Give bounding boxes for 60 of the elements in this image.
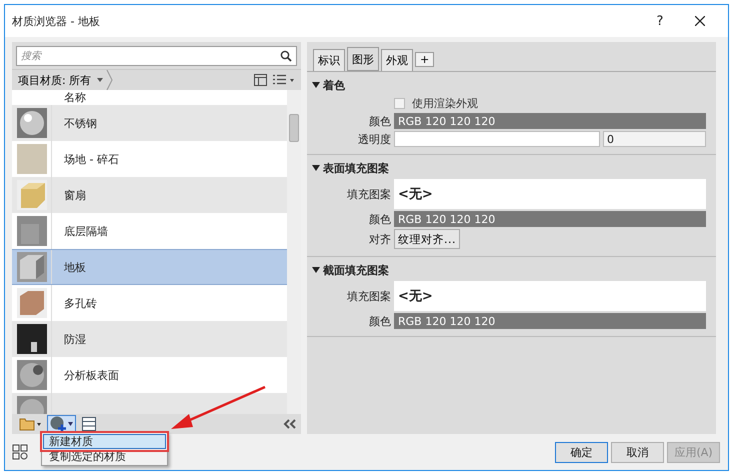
close-icon	[695, 16, 705, 26]
library-manager-icon[interactable]	[12, 444, 28, 460]
panel-icon	[82, 417, 96, 431]
tab[interactable]: 外观	[381, 49, 413, 71]
field-label: 颜色	[368, 212, 391, 226]
dialog-button[interactable]: 取消	[611, 442, 664, 462]
column-header[interactable]: 名称	[52, 90, 287, 105]
expand-arrow-icon[interactable]	[312, 266, 320, 274]
folder-icon	[19, 417, 41, 431]
tab[interactable]: 图形	[347, 47, 379, 71]
field-label: 颜色	[368, 314, 391, 328]
dialog-button[interactable]: 确定	[555, 442, 608, 462]
list-view-icon[interactable]	[273, 74, 295, 86]
section-title: 着色	[323, 78, 345, 92]
collapse-icon[interactable]	[283, 419, 297, 429]
help-button[interactable]: ?	[640, 14, 680, 28]
transparency-slider[interactable]	[394, 131, 600, 147]
caret-icon	[68, 422, 73, 426]
checkbox[interactable]	[394, 98, 405, 109]
sphere-plus-icon	[50, 416, 66, 432]
material-thumbnail	[16, 360, 46, 390]
material-list-item[interactable]: 窗扇	[12, 177, 287, 213]
material-thumbnail	[16, 288, 46, 318]
material-list-item[interactable]: 防湿	[12, 321, 287, 357]
pattern-field[interactable]: <无>	[394, 281, 706, 311]
material-thumbnail	[16, 216, 46, 246]
color-field[interactable]: RGB 120 120 120	[394, 211, 706, 227]
transparency-field[interactable]: 0	[603, 131, 706, 147]
material-list-item[interactable]: 不锈钢	[12, 105, 287, 141]
field-label: 填充图案	[346, 288, 391, 304]
color-field[interactable]: RGB 120 120 120	[394, 113, 706, 129]
panel-layout-icon[interactable]	[254, 74, 267, 86]
expand-arrow-icon[interactable]	[312, 164, 320, 172]
field-label: 对齐	[368, 232, 391, 246]
dropdown-caret-icon	[95, 70, 114, 90]
menu-item[interactable]: 新建材质	[43, 434, 166, 449]
section-title: 表面填充图案	[323, 160, 389, 176]
material-thumbnail	[16, 324, 46, 354]
library-filter-dropdown[interactable]: 项目材质: 所有	[18, 70, 254, 90]
expand-arrow-icon[interactable]	[312, 81, 320, 89]
section-title: 截面填充图案	[323, 262, 389, 278]
field-label: 颜色	[368, 114, 391, 128]
material-list-item[interactable]: 地板	[12, 249, 287, 285]
pattern-field[interactable]: <无>	[394, 179, 706, 209]
color-field[interactable]: RGB 120 120 120	[394, 313, 706, 329]
checkbox-label: 使用渲染外观	[412, 96, 478, 111]
asset-browser-button[interactable]	[79, 415, 99, 433]
material-thumbnail	[16, 252, 46, 282]
field-label: 透明度	[357, 132, 391, 146]
tab[interactable]: 标识	[313, 49, 345, 71]
add-tab-button[interactable]: +	[415, 52, 434, 67]
search-field[interactable]: 搜索	[16, 46, 297, 66]
material-thumbnail	[16, 180, 46, 210]
material-thumbnail	[16, 108, 46, 138]
window-title: 材质浏览器 - 地板	[12, 14, 101, 28]
texture-alignment-button[interactable]: 纹理对齐...	[394, 229, 460, 249]
field-label: 填充图案	[346, 186, 391, 202]
material-thumbnail	[16, 144, 46, 174]
scrollbar-thumb[interactable]	[289, 114, 299, 142]
search-icon	[280, 50, 292, 62]
